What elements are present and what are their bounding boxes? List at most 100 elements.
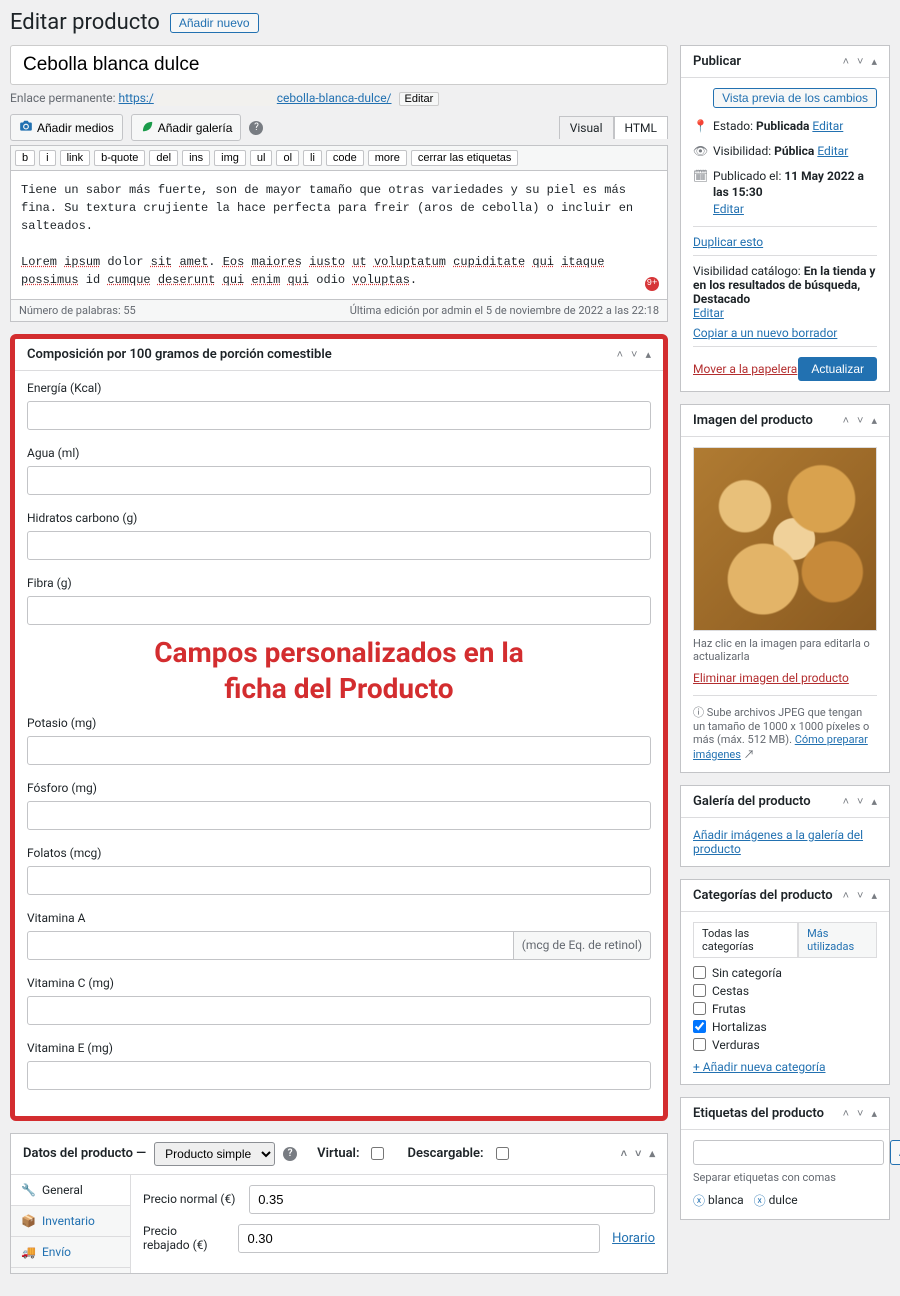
composition-input[interactable] bbox=[27, 736, 651, 765]
product-tab-envío[interactable]: 🚚Envío bbox=[11, 1237, 130, 1268]
add-new-button[interactable]: Añadir nuevo bbox=[170, 13, 259, 33]
chevron-up-icon[interactable]: ˄ bbox=[621, 1147, 627, 1160]
chevron-up-icon[interactable]: ˄ bbox=[843, 889, 849, 902]
caret-up-icon[interactable]: ▴ bbox=[871, 795, 877, 808]
category-item[interactable]: Frutas bbox=[693, 1002, 877, 1016]
trash-link[interactable]: Mover a la papelera bbox=[693, 362, 797, 376]
quicktag-code[interactable]: code bbox=[326, 150, 364, 166]
product-tab-general[interactable]: 🔧General bbox=[11, 1175, 130, 1206]
overlay-annotation: Campos personalizados en laficha del Pro… bbox=[27, 635, 651, 708]
quicktag-del[interactable]: del bbox=[149, 150, 178, 166]
notification-badge[interactable]: 9+ bbox=[645, 277, 659, 291]
quicktag-ul[interactable]: ul bbox=[250, 150, 273, 166]
permalink-base[interactable]: https:/ bbox=[119, 91, 154, 105]
category-item[interactable]: Hortalizas bbox=[693, 1020, 877, 1034]
category-item[interactable]: Sin categoría bbox=[693, 966, 877, 980]
chevron-up-icon[interactable]: ˄ bbox=[843, 1107, 849, 1120]
preview-button[interactable]: Vista previa de los cambios bbox=[713, 88, 877, 108]
composition-input[interactable] bbox=[27, 466, 651, 495]
product-tab-inventario[interactable]: 📦Inventario bbox=[11, 1206, 130, 1237]
remove-tag-icon[interactable]: ⓧ bbox=[693, 1192, 705, 1209]
quicktag-link[interactable]: link bbox=[60, 150, 91, 166]
chevron-down-icon[interactable]: ˅ bbox=[631, 348, 637, 361]
remove-tag-icon[interactable]: ⓧ bbox=[754, 1192, 766, 1209]
category-checkbox[interactable] bbox=[693, 966, 706, 979]
composition-title: Composición por 100 gramos de porción co… bbox=[27, 347, 332, 362]
copy-draft-link[interactable]: Copiar a un nuevo borrador bbox=[693, 326, 837, 340]
downloadable-checkbox[interactable] bbox=[496, 1147, 509, 1160]
add-tag-button[interactable]: Añadir bbox=[890, 1140, 900, 1165]
regular-price-input[interactable] bbox=[249, 1185, 655, 1214]
category-checkbox[interactable] bbox=[693, 1002, 706, 1015]
composition-input[interactable] bbox=[27, 1061, 651, 1090]
edit-catalog-link[interactable]: Editar bbox=[693, 306, 724, 320]
quicktag-ol[interactable]: ol bbox=[276, 150, 299, 166]
chevron-down-icon[interactable]: ˅ bbox=[857, 1107, 863, 1120]
update-button[interactable]: Actualizar bbox=[798, 357, 877, 381]
category-item[interactable]: Verduras bbox=[693, 1038, 877, 1052]
tags-box: Etiquetas del producto ˄ ˅ ▴ Añadir Sepa… bbox=[680, 1097, 890, 1220]
cat-tab-all[interactable]: Todas las categorías bbox=[693, 922, 798, 957]
composition-input[interactable] bbox=[27, 401, 651, 430]
composition-input[interactable] bbox=[27, 931, 514, 960]
composition-input[interactable] bbox=[27, 531, 651, 560]
category-checkbox[interactable] bbox=[693, 1038, 706, 1051]
content-editor[interactable]: Tiene un sabor más fuerte, son de mayor … bbox=[10, 170, 668, 300]
product-type-select[interactable]: Producto simple bbox=[154, 1142, 275, 1166]
quicktag-img[interactable]: img bbox=[214, 150, 246, 166]
caret-up-icon[interactable]: ▴ bbox=[649, 1147, 655, 1160]
composition-input[interactable] bbox=[27, 801, 651, 830]
category-checkbox[interactable] bbox=[693, 1020, 706, 1033]
chevron-down-icon[interactable]: ˅ bbox=[857, 414, 863, 427]
post-title-input[interactable] bbox=[10, 45, 668, 85]
category-checkbox[interactable] bbox=[693, 984, 706, 997]
quicktag-i[interactable]: i bbox=[39, 150, 55, 166]
category-item[interactable]: Cestas bbox=[693, 984, 877, 998]
quicktag-cerrar las etiquetas[interactable]: cerrar las etiquetas bbox=[411, 150, 519, 166]
help-icon[interactable]: ? bbox=[249, 121, 263, 135]
composition-input[interactable] bbox=[27, 996, 651, 1025]
editor-tab-visual[interactable]: Visual bbox=[559, 116, 614, 139]
composition-input[interactable] bbox=[27, 866, 651, 895]
cat-tab-most[interactable]: Más utilizadas bbox=[798, 922, 877, 957]
schedule-link[interactable]: Horario bbox=[612, 1231, 655, 1246]
edit-status-link[interactable]: Editar bbox=[812, 119, 843, 133]
quicktag-b[interactable]: b bbox=[15, 150, 35, 166]
chevron-down-icon[interactable]: ˅ bbox=[635, 1147, 641, 1160]
product-thumbnail[interactable] bbox=[693, 447, 877, 631]
editor-tab-html[interactable]: HTML bbox=[614, 116, 669, 139]
caret-up-icon[interactable]: ▴ bbox=[645, 348, 651, 361]
quicktag-ins[interactable]: ins bbox=[182, 150, 210, 166]
add-media-button[interactable]: Añadir medios bbox=[10, 114, 123, 141]
chevron-down-icon[interactable]: ˅ bbox=[857, 889, 863, 902]
tag-input[interactable] bbox=[693, 1140, 884, 1165]
product-data-metabox: Datos del producto — Producto simple ? V… bbox=[10, 1133, 668, 1274]
chevron-up-icon[interactable]: ˄ bbox=[843, 795, 849, 808]
permalink-edit-button[interactable]: Editar bbox=[399, 92, 440, 106]
chevron-up-icon[interactable]: ˄ bbox=[843, 414, 849, 427]
caret-up-icon[interactable]: ▴ bbox=[871, 889, 877, 902]
add-category-link[interactable]: + Añadir nueva categoría bbox=[693, 1060, 826, 1074]
chevron-up-icon[interactable]: ˄ bbox=[843, 55, 849, 68]
chevron-down-icon[interactable]: ˅ bbox=[857, 55, 863, 68]
quicktag-b-quote[interactable]: b-quote bbox=[94, 150, 145, 166]
edit-visibility-link[interactable]: Editar bbox=[817, 144, 848, 158]
permalink-slug[interactable]: cebolla-blanca-dulce/ bbox=[277, 91, 392, 105]
external-icon: ↗ bbox=[744, 748, 755, 761]
caret-up-icon[interactable]: ▴ bbox=[871, 414, 877, 427]
duplicate-link[interactable]: Duplicar esto bbox=[693, 235, 763, 249]
composition-input[interactable] bbox=[27, 596, 651, 625]
quicktag-li[interactable]: li bbox=[303, 150, 322, 166]
sale-price-input[interactable] bbox=[238, 1224, 600, 1253]
remove-image-link[interactable]: Eliminar imagen del producto bbox=[693, 671, 849, 685]
caret-up-icon[interactable]: ▴ bbox=[871, 1107, 877, 1120]
chevron-up-icon[interactable]: ˄ bbox=[617, 348, 623, 361]
quicktag-more[interactable]: more bbox=[368, 150, 407, 166]
virtual-checkbox[interactable] bbox=[371, 1147, 384, 1160]
chevron-down-icon[interactable]: ˅ bbox=[857, 795, 863, 808]
add-gallery-button[interactable]: Añadir galería bbox=[131, 114, 242, 141]
quicktags-toolbar: bilinkb-quotedelinsimgulollicodemorecerr… bbox=[10, 145, 668, 170]
edit-date-link[interactable]: Editar bbox=[713, 202, 744, 216]
add-gallery-images-link[interactable]: Añadir imágenes a la galería del product… bbox=[693, 828, 863, 856]
caret-up-icon[interactable]: ▴ bbox=[871, 55, 877, 68]
